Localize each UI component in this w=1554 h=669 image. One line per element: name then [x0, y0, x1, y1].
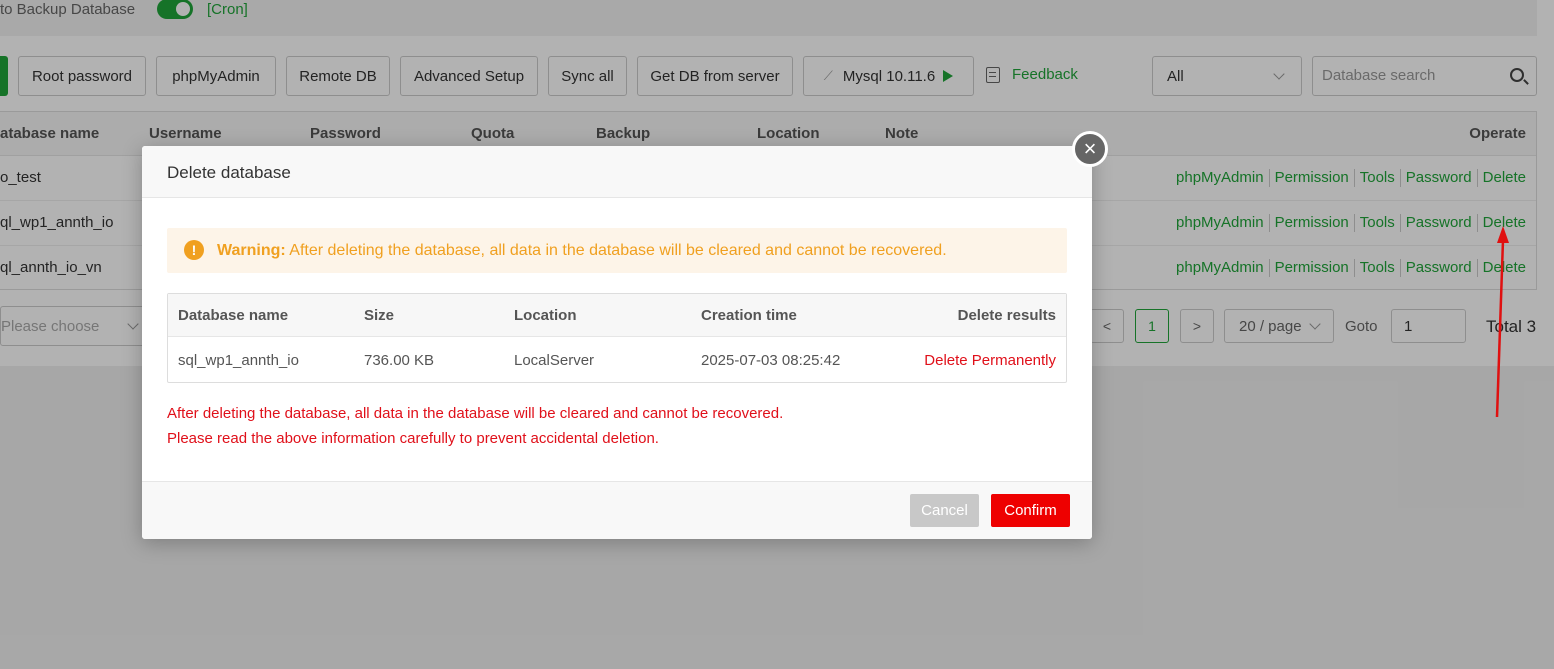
dialog-footer: Cancel Confirm: [142, 481, 1092, 539]
warning-body: After deleting the database, all data in…: [285, 242, 947, 259]
column-header: Location: [514, 307, 577, 324]
target-creation-time: 2025-07-03 08:25:42: [701, 352, 841, 369]
delete-database-dialog: Delete database ! Warning: After deletin…: [142, 146, 1092, 539]
warning-title: Warning:: [217, 242, 286, 259]
warning-banner: ! Warning: After deleting the database, …: [167, 228, 1067, 273]
target-location: LocalServer: [514, 352, 595, 369]
confirm-button[interactable]: Confirm: [991, 494, 1070, 527]
column-header: Database name: [178, 307, 289, 324]
danger-note-2: Please read the above information carefu…: [167, 430, 659, 447]
delete-target-table: Database name Size Location Creation tim…: [167, 293, 1067, 383]
warning-message: Warning: After deleting the database, al…: [217, 242, 947, 260]
target-size: 736.00 KB: [364, 352, 435, 369]
delete-result-status: Delete Permanently: [924, 352, 1056, 369]
dialog-title: Delete database: [167, 163, 291, 182]
cancel-button[interactable]: Cancel: [910, 494, 979, 527]
danger-note-1: After deleting the database, all data in…: [167, 405, 784, 422]
column-header: Size: [364, 307, 395, 324]
column-header: Delete results: [957, 307, 1056, 324]
dialog-header: Delete database: [142, 146, 1092, 198]
target-database-name: sql_wp1_annth_io: [178, 352, 299, 369]
table-header: Database name Size Location Creation tim…: [168, 294, 1066, 337]
warning-icon: !: [184, 240, 204, 260]
close-icon[interactable]: ×: [1072, 131, 1108, 167]
column-header: Creation time: [701, 307, 797, 324]
